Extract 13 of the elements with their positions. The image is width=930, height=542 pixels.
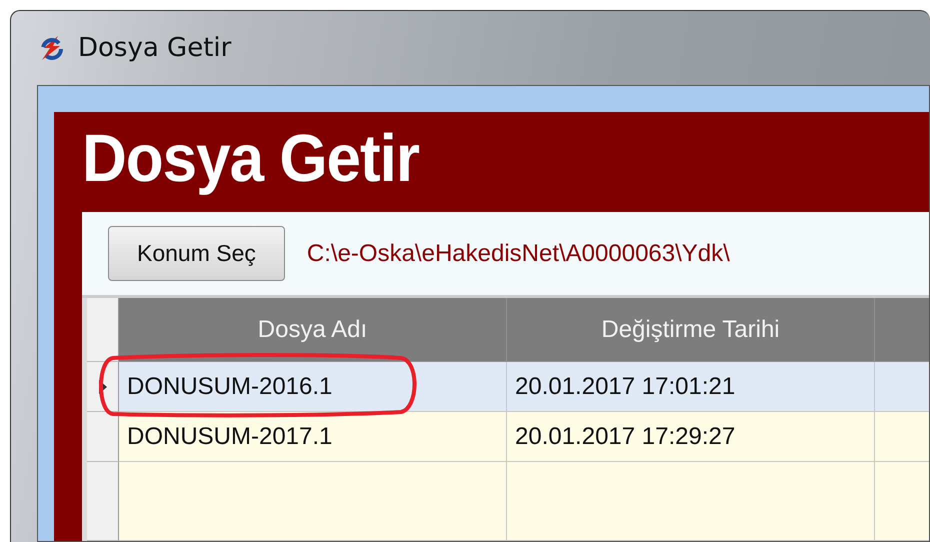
row-header bbox=[87, 298, 119, 362]
table-cell: 20.01.2017 17:29:27 bbox=[507, 412, 875, 462]
table-cell: 20.01.2017 17:01:21 bbox=[507, 362, 875, 412]
header-title: Dosya Getir bbox=[82, 126, 420, 198]
choose-location-button[interactable]: Konum Seç bbox=[108, 226, 285, 281]
column-header[interactable]: Değiştirme Tarihi bbox=[507, 298, 875, 362]
column-header[interactable]: Dosya Adı bbox=[119, 298, 507, 362]
table-cell bbox=[875, 412, 929, 462]
window-title: Dosya Getir bbox=[78, 32, 232, 64]
table-cell bbox=[875, 362, 929, 412]
table-cell: DONUSUM-2017.1 bbox=[119, 412, 507, 462]
row-header[interactable] bbox=[87, 412, 119, 462]
folder-path: C:\e-Oska\eHakedisNet\A0000063\Ydk\ bbox=[306, 238, 730, 268]
